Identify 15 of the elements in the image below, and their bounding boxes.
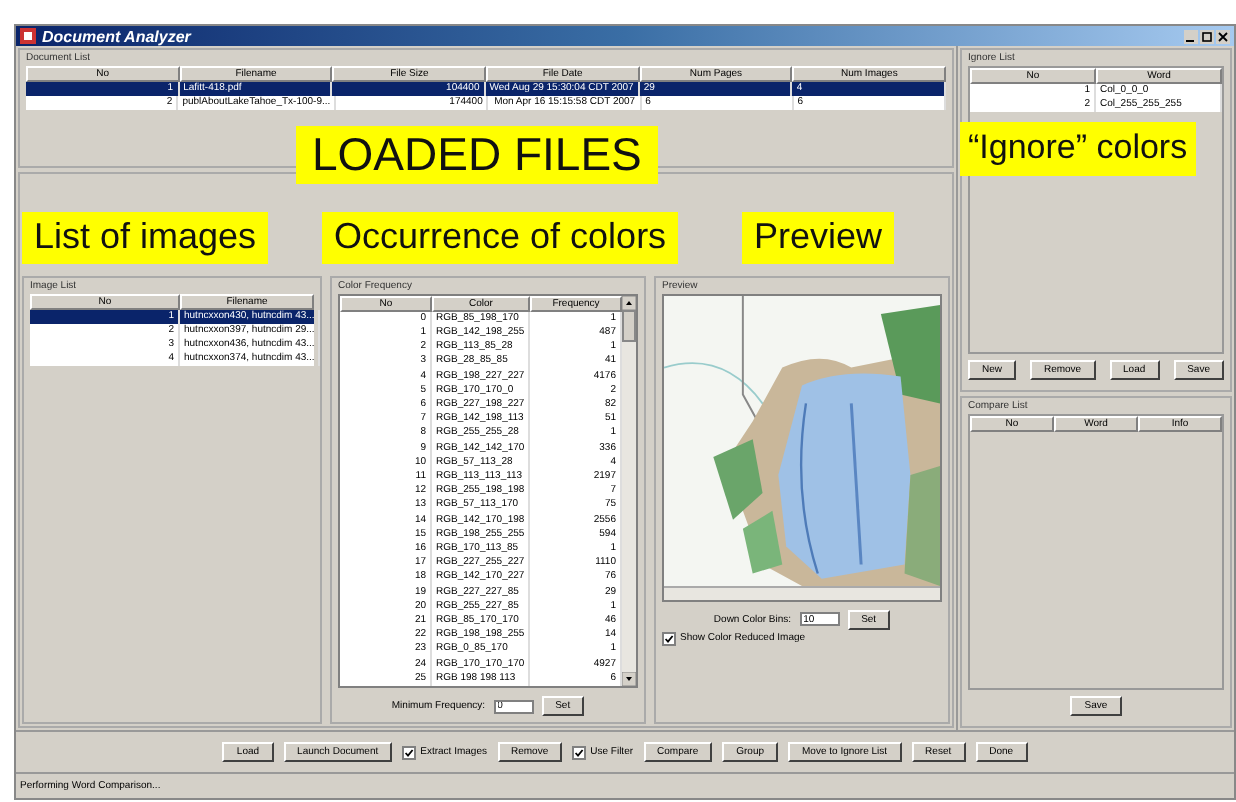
window-title: Document Analyzer	[42, 27, 191, 45]
checkbox[interactable]	[662, 631, 676, 646]
annotation-label: Occurrence of colors	[322, 212, 679, 264]
annotation-label: Preview	[742, 212, 895, 264]
scroll-down-icon[interactable]	[622, 672, 636, 686]
maximize-icon[interactable]	[1200, 29, 1214, 43]
scroll-up-icon[interactable]	[622, 295, 636, 310]
annotation-label: List of images	[22, 212, 269, 264]
app-icon	[20, 28, 36, 44]
close-icon[interactable]	[1216, 29, 1230, 43]
annotation-label: LOADED FILES	[296, 126, 658, 185]
checkbox[interactable]	[402, 745, 417, 759]
minimize-icon[interactable]	[1184, 29, 1198, 43]
annotation-label: “Ignore” colors	[960, 122, 1196, 176]
checkbox[interactable]	[572, 745, 587, 759]
